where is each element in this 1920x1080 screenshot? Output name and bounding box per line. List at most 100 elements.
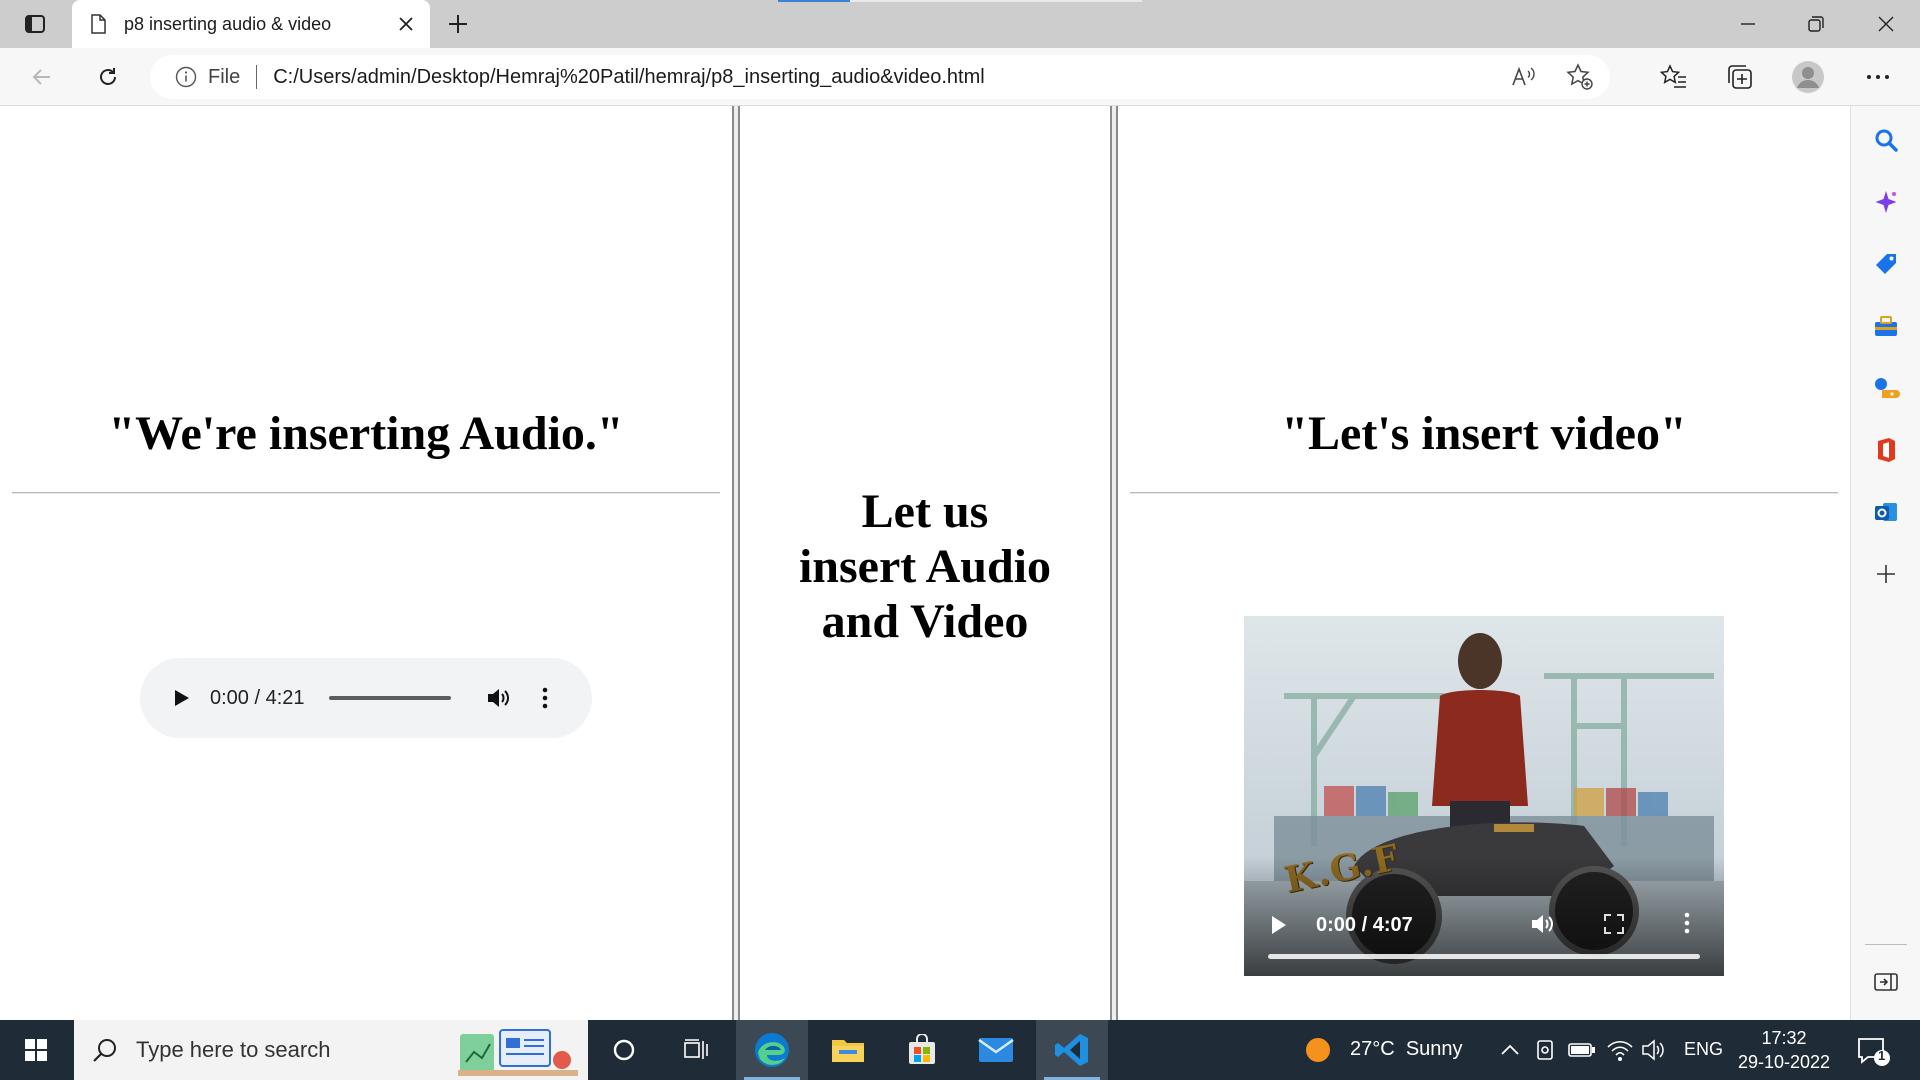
taskbar-file-explorer[interactable] (812, 1020, 884, 1080)
center-heading-line-2: insert Audio (798, 540, 1052, 593)
games-icon (1875, 378, 1900, 398)
address-separator (256, 65, 258, 89)
search-icon (90, 1035, 120, 1065)
show-hidden-icons-button[interactable] (1496, 1036, 1524, 1064)
video-player[interactable]: K.G.F 0:00 / 4:07 (1244, 616, 1724, 976)
video-progress-track[interactable] (1268, 954, 1700, 959)
sidebar-collapse-button[interactable] (1868, 964, 1904, 1000)
meet-now-icon[interactable] (1532, 1036, 1560, 1064)
favorites-button[interactable] (1654, 57, 1694, 97)
mail-icon (978, 1038, 1014, 1062)
folder-icon (832, 1040, 864, 1062)
video-fullscreen-button[interactable] (1604, 914, 1624, 939)
video-volume-button[interactable] (1530, 912, 1556, 941)
frame-audio: "We're inserting Audio." 0:00 / 4:21 (0, 106, 732, 1020)
play-icon (1272, 916, 1286, 934)
taskbar-search-box[interactable]: Type here to search (74, 1020, 588, 1080)
weather-icon[interactable] (1304, 1036, 1332, 1064)
profile-button[interactable] (1788, 57, 1828, 97)
audio-player[interactable]: 0:00 / 4:21 (140, 658, 592, 738)
close-icon (1878, 16, 1894, 32)
audio-more-button[interactable] (533, 684, 557, 712)
close-icon (399, 17, 413, 31)
sidebar-search-button[interactable] (1868, 122, 1904, 158)
plus-icon (1877, 565, 1895, 583)
audio-heading: "We're inserting Audio." (108, 407, 624, 460)
more-vertical-icon (542, 687, 547, 709)
task-view-icon (684, 1039, 708, 1059)
taskbar-search-placeholder: Type here to search (136, 1037, 331, 1062)
plus-icon (449, 15, 467, 33)
play-icon (175, 690, 189, 706)
frame-border-left[interactable] (732, 106, 740, 1020)
cortana-button[interactable] (588, 1020, 660, 1080)
volume-icon (1532, 915, 1553, 933)
collections-button[interactable] (1720, 57, 1760, 97)
avatar (1792, 61, 1824, 93)
video-heading: "Let's insert video" (1281, 407, 1687, 460)
notifications-button[interactable]: 1 (1856, 1034, 1890, 1068)
taskbar-vscode[interactable] (1036, 1020, 1108, 1080)
sidebar-discover-button[interactable] (1868, 184, 1904, 220)
weather-temp: 27°C (1350, 1038, 1395, 1060)
windows-logo-icon (25, 1039, 47, 1061)
sidebar-outlook-button[interactable] (1868, 494, 1904, 530)
back-arrow-icon (32, 69, 50, 85)
back-button[interactable] (22, 57, 62, 97)
task-view-button[interactable] (660, 1020, 732, 1080)
audio-play-button[interactable] (170, 686, 194, 710)
search-highlight-illustration (458, 1029, 578, 1076)
address-bar[interactable]: File C:/Users/admin/Desktop/Hemraj%20Pat… (150, 55, 1610, 99)
center-heading-line-1: Let us (861, 485, 989, 538)
url-text[interactable]: C:/Users/admin/Desktop/Hemraj%20Patil/he… (273, 66, 984, 89)
tag-icon (1876, 254, 1896, 274)
more-horizontal-icon (1867, 75, 1889, 79)
cortana-icon (613, 1039, 635, 1061)
settings-more-button[interactable] (1858, 57, 1898, 97)
sidebar-shopping-button[interactable] (1868, 246, 1904, 282)
tab-actions-button[interactable] (18, 10, 52, 38)
page-content: "We're inserting Audio." 0:00 / 4:21 Let… (0, 106, 1850, 1020)
title-bar: p8 inserting audio & video (0, 0, 1920, 48)
tab-close-button[interactable] (386, 4, 426, 44)
audio-divider (12, 492, 720, 494)
sidebar-add-button[interactable] (1868, 556, 1904, 592)
search-icon (1875, 129, 1898, 152)
sidebar-divider (1865, 944, 1907, 945)
refresh-button[interactable] (88, 57, 128, 97)
frame-border-right[interactable] (1110, 106, 1118, 1020)
fullscreen-icon (1604, 914, 1624, 934)
toolbox-icon (1875, 316, 1897, 336)
outlook-icon (1875, 503, 1897, 521)
video-play-button[interactable] (1270, 914, 1288, 941)
taskbar-store[interactable] (886, 1020, 958, 1080)
minimize-button[interactable] (1714, 0, 1782, 48)
audio-progress-track[interactable] (328, 696, 451, 700)
page-icon (91, 14, 106, 34)
language-indicator[interactable]: ENG (1684, 1039, 1723, 1060)
volume-icon[interactable] (1640, 1036, 1668, 1064)
refresh-icon (100, 68, 116, 85)
new-tab-button[interactable] (440, 6, 476, 42)
taskbar-edge[interactable] (736, 1020, 808, 1080)
read-aloud-icon[interactable] (1506, 59, 1542, 95)
chevron-up-icon (1501, 1044, 1519, 1055)
sidebar-games-button[interactable] (1868, 370, 1904, 406)
sidebar-tools-button[interactable] (1868, 308, 1904, 344)
center-heading-line-3: and Video (821, 595, 1029, 648)
sidebar-office-button[interactable] (1868, 432, 1904, 468)
close-window-button[interactable] (1852, 0, 1920, 48)
video-more-button[interactable] (1684, 912, 1690, 939)
restore-icon (1808, 16, 1824, 32)
add-favorite-icon[interactable] (1562, 59, 1598, 95)
site-info-icon[interactable] (174, 65, 198, 89)
taskbar-mail[interactable] (960, 1020, 1032, 1080)
tab-active[interactable]: p8 inserting audio & video (72, 0, 430, 48)
start-button[interactable] (0, 1020, 72, 1080)
weather-widget[interactable]: 27°C Sunny (1350, 1038, 1463, 1061)
restore-button[interactable] (1782, 0, 1850, 48)
audio-volume-button[interactable] (485, 684, 513, 712)
battery-icon[interactable] (1568, 1036, 1596, 1064)
clock[interactable]: 17:32 29-10-2022 (1736, 1026, 1832, 1074)
wifi-icon[interactable] (1606, 1036, 1634, 1064)
